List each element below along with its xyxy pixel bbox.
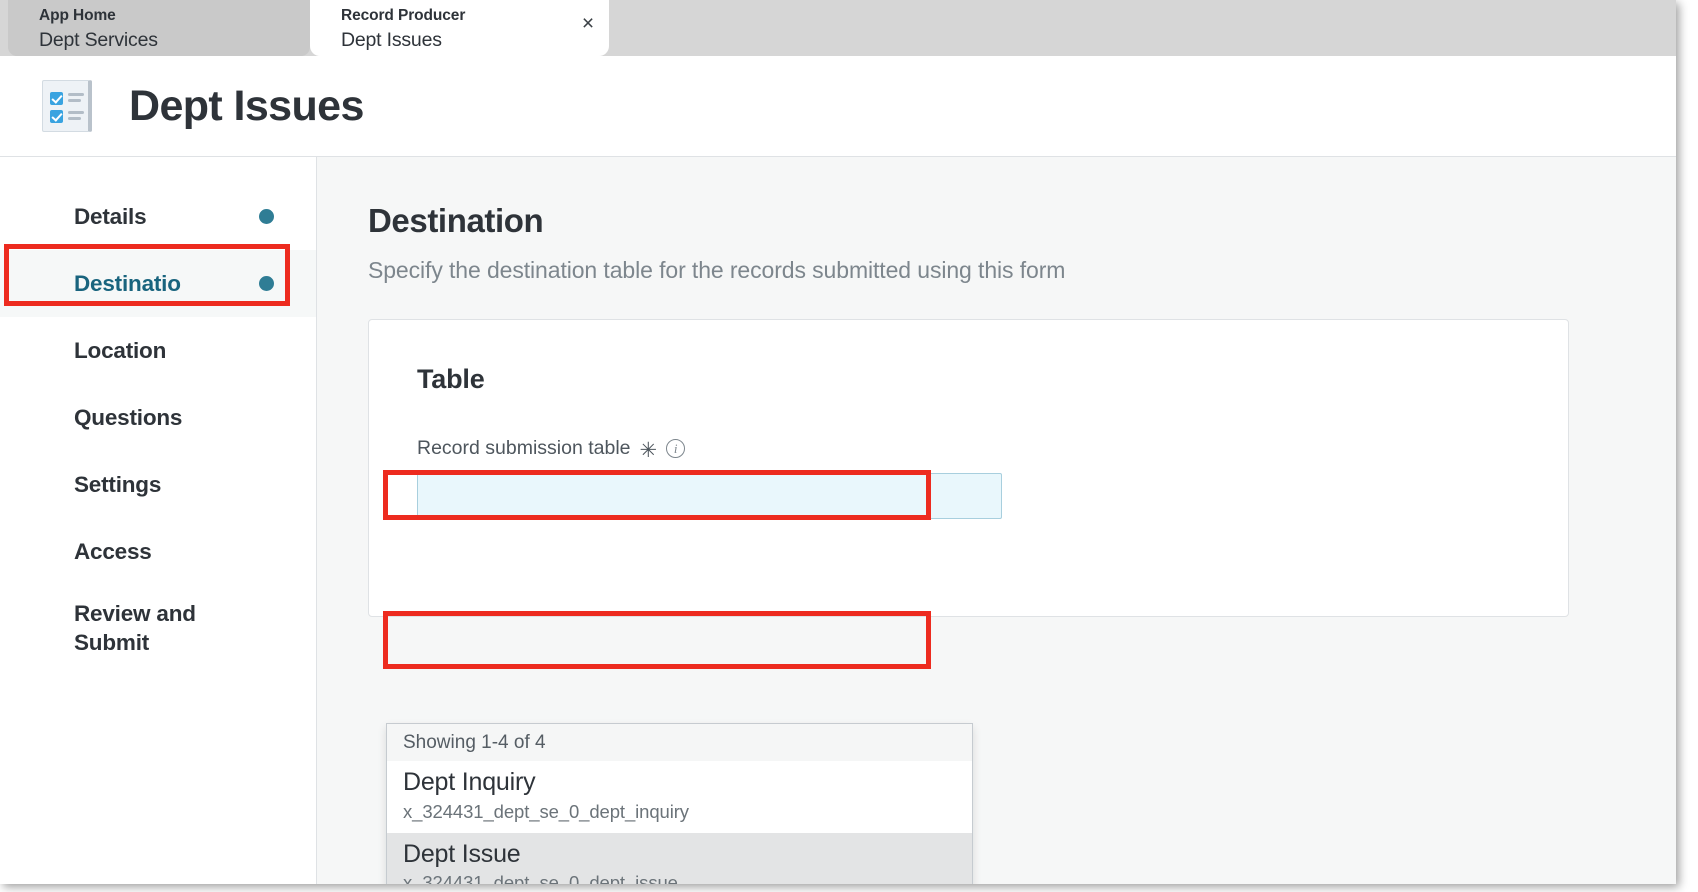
tab-subtitle: App Home <box>39 6 116 24</box>
checklist-form-icon <box>42 80 92 132</box>
sidebar-item-review-and-submit[interactable]: Review and Submit <box>0 585 316 673</box>
sidebar-item-questions[interactable]: Questions <box>0 384 316 451</box>
sidebar-item-details[interactable]: Details <box>0 183 316 250</box>
application-window: App Home Dept Services Record Producer D… <box>0 0 1676 884</box>
sidebar-item-label: Questions <box>74 404 183 430</box>
field-label-row: Record submission table ✳ i <box>417 437 1568 462</box>
sidebar-item-label: Settings <box>74 471 162 497</box>
close-icon[interactable]: × <box>575 11 601 37</box>
option-label: Dept Issue <box>403 839 521 868</box>
sidebar-item-label: Review and Submit <box>74 601 196 655</box>
sidebar-item-label: Access <box>74 538 152 564</box>
tab-title: Dept Issues <box>341 28 442 51</box>
sidebar-item-label: Destinatio <box>74 270 181 296</box>
tab-dept-issues[interactable]: Record Producer Dept Issues <box>310 0 609 56</box>
table-card: Table Record submission table ✳ i <box>368 319 1569 617</box>
sidebar-item-label: Details <box>74 203 147 229</box>
app-header: Dept Issues <box>0 56 1676 157</box>
browser-tab-strip: App Home Dept Services Record Producer D… <box>0 0 1676 56</box>
page-title: Dept Issues <box>129 81 364 130</box>
record-submission-table-combobox[interactable] <box>417 473 1002 519</box>
sidebar-nav: Details Destinatio Location Questions Se… <box>0 157 317 884</box>
dropdown-option-dept-inquiry[interactable]: Dept Inquiry x_324431_dept_se_0_dept_inq… <box>387 761 972 833</box>
dropdown-option-dept-issue[interactable]: Dept Issue x_324431_dept_se_0_dept_issue <box>387 832 972 884</box>
sidebar-item-destination[interactable]: Destinatio <box>0 250 316 317</box>
option-label: Dept Inquiry <box>403 768 536 796</box>
status-dot-icon <box>259 209 274 224</box>
required-asterisk-icon: ✳ <box>639 439 658 462</box>
section-subtitle: Specify the destination table for the re… <box>368 257 1066 283</box>
sidebar-item-location[interactable]: Location <box>0 317 316 384</box>
section-title: Destination <box>368 202 544 239</box>
tab-title: Dept Services <box>39 28 158 51</box>
tab-subtitle: Record Producer <box>341 6 466 24</box>
option-system-name: x_324431_dept_se_0_dept_inquiry <box>403 800 689 822</box>
body-wrapper: Details Destinatio Location Questions Se… <box>0 157 1676 884</box>
status-dot-icon <box>259 276 274 291</box>
dropdown-results-count: Showing 1-4 of 4 <box>387 724 972 761</box>
sidebar-item-access[interactable]: Access <box>0 518 316 585</box>
record-submission-table-input[interactable] <box>417 473 1002 519</box>
sidebar-item-label: Location <box>74 337 167 363</box>
field-label: Record submission table <box>417 437 631 459</box>
card-title: Table <box>417 364 485 394</box>
table-options-dropdown: Showing 1-4 of 4 Dept Inquiry x_324431_d… <box>386 723 973 884</box>
screenshot-root: App Home Dept Services Record Producer D… <box>0 0 1698 892</box>
info-icon[interactable]: i <box>666 439 686 458</box>
tab-dept-services[interactable]: App Home Dept Services <box>8 0 310 56</box>
sidebar-item-settings[interactable]: Settings <box>0 451 316 518</box>
option-system-name: x_324431_dept_se_0_dept_issue <box>403 872 678 884</box>
